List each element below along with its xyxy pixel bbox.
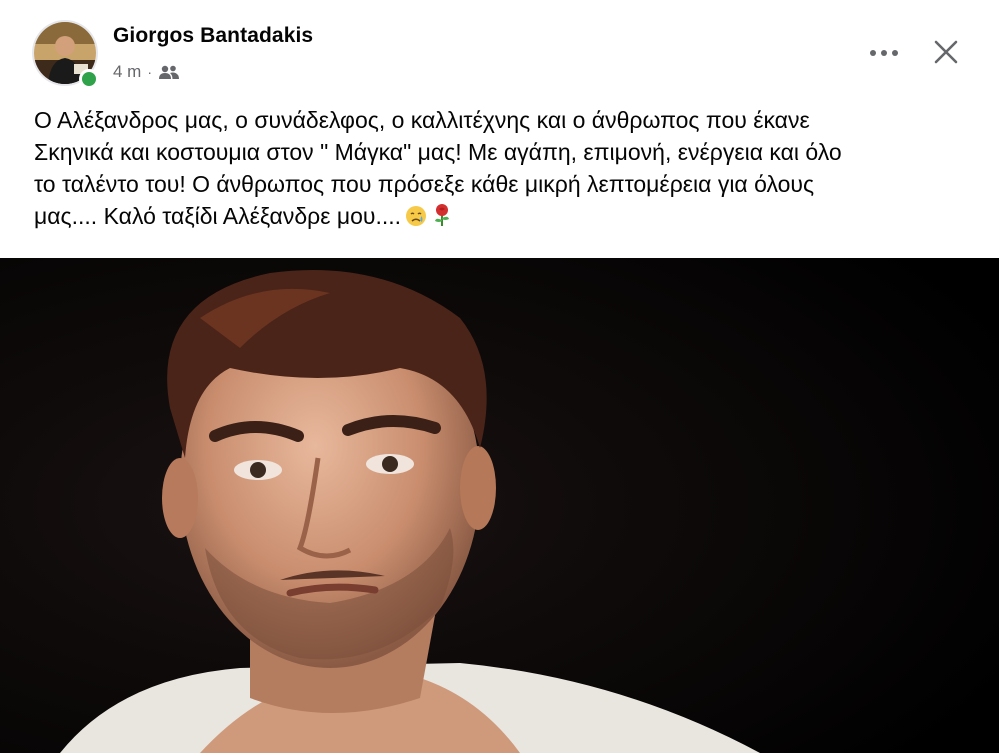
post-header: Giorgos Bantadakis 4 m ·: [0, 0, 999, 100]
friends-icon[interactable]: [158, 64, 180, 80]
post-meta: 4 m ·: [113, 62, 180, 82]
online-status-indicator: [79, 69, 99, 89]
post-text-line-last: μας.... Καλό ταξίδι Αλέξανδρε μου....: [34, 200, 964, 235]
close-icon: [934, 40, 958, 64]
meta-separator: ·: [147, 64, 153, 80]
portrait-photo: [0, 258, 999, 753]
post-photo[interactable]: [0, 258, 999, 753]
close-button[interactable]: [928, 34, 964, 70]
more-options-icon: [870, 50, 898, 56]
sad-tear-emoji: [405, 203, 427, 235]
post-text-line: Ο Αλέξανδρος μας, ο συνάδελφος, ο καλλιτ…: [34, 107, 810, 133]
more-options-button[interactable]: [864, 36, 904, 70]
post-timestamp[interactable]: 4 m: [113, 62, 141, 82]
post-text-line: Σκηνικά και κοστουμια στον " Μάγκα" μας!…: [34, 139, 842, 165]
post-message: Ο Αλέξανδρος μας, ο συνάδελφος, ο καλλιτ…: [34, 104, 964, 235]
author-name[interactable]: Giorgos Bantadakis: [113, 24, 313, 48]
post-text-line: μας.... Καλό ταξίδι Αλέξανδρε μου....: [34, 203, 402, 229]
post-text-line: το ταλέντο του! Ο άνθρωπος που πρόσεξε κ…: [34, 171, 815, 197]
rose-emoji: [431, 203, 453, 235]
